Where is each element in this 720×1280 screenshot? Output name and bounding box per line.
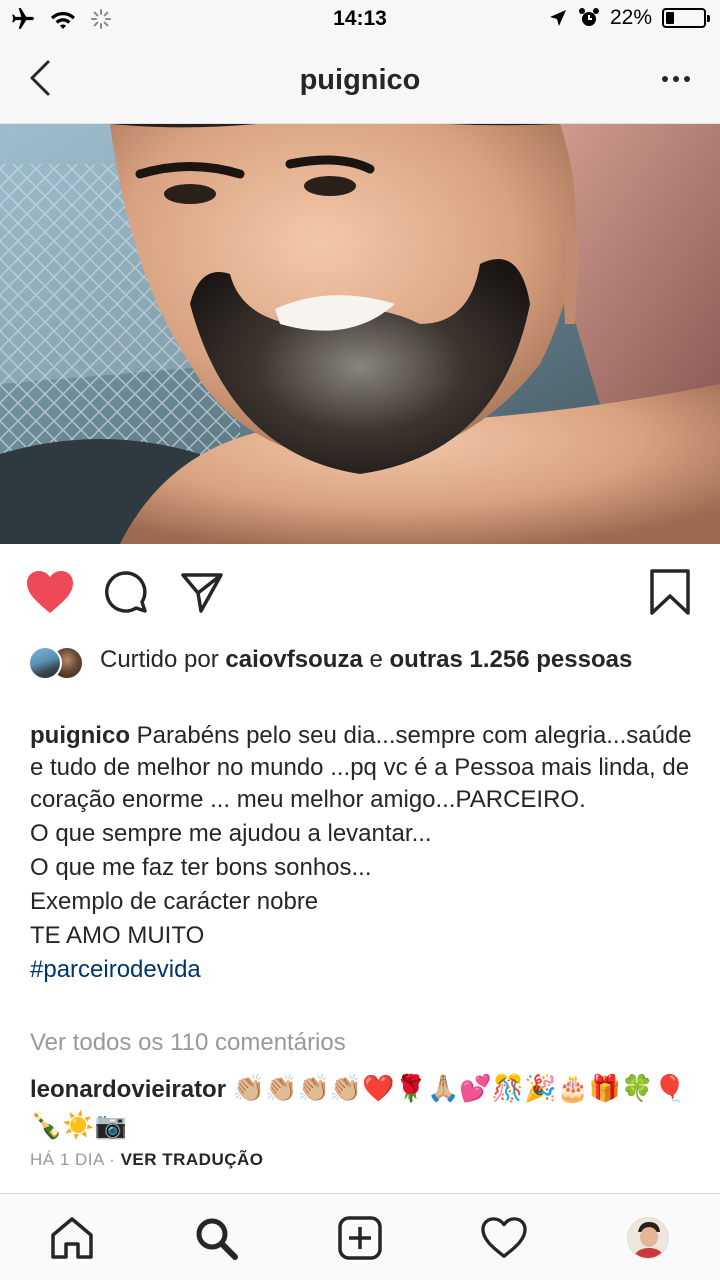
- home-icon: [51, 1217, 93, 1259]
- more-dot: [684, 76, 690, 82]
- post-actions: [0, 562, 720, 622]
- page-title: puignico: [299, 64, 421, 96]
- liked-by-user[interactable]: caiovfsouza: [225, 646, 362, 673]
- heart-filled-icon: [27, 571, 73, 613]
- bookmark-icon: [650, 569, 690, 615]
- location-arrow-icon: [549, 10, 566, 26]
- caption-username[interactable]: puignico: [30, 722, 130, 749]
- likes-connector: e: [369, 646, 383, 673]
- alarm-icon: [578, 8, 599, 26]
- avatar: [28, 646, 62, 680]
- post-photo[interactable]: [0, 124, 720, 544]
- battery-percent: 22%: [609, 6, 652, 29]
- tab-bar: [0, 1193, 720, 1280]
- status-bar: 14:13 22%: [0, 0, 720, 40]
- caption-line: O que sempre me ajudou a levantar...: [30, 820, 432, 847]
- activity-heart-icon: [481, 1217, 527, 1258]
- likes-prefix: Curtido por: [100, 646, 219, 673]
- share-button[interactable]: [176, 566, 228, 618]
- tab-home[interactable]: [48, 1214, 96, 1262]
- tab-search[interactable]: [192, 1214, 240, 1262]
- likes-others[interactable]: outras 1.256 pessoas: [390, 646, 633, 673]
- more-options-button[interactable]: [654, 64, 698, 94]
- comment-icon: [105, 571, 147, 613]
- view-all-comments-link[interactable]: Ver todos os 110 comentários: [30, 1029, 346, 1057]
- post-image: [0, 124, 720, 544]
- caption-line: Exemplo de carácter nobre: [30, 888, 319, 915]
- save-button[interactable]: [644, 566, 696, 618]
- post-caption: puignico Parabéns pelo seu dia...sempre …: [30, 720, 694, 986]
- post-time: HÁ 1 DIA: [30, 1150, 104, 1169]
- liked-by-avatars: [28, 646, 94, 682]
- tab-profile[interactable]: [624, 1214, 672, 1262]
- caption-line: TE AMO MUITO: [30, 922, 205, 949]
- status-right: 22%: [548, 6, 710, 30]
- likes-text: Curtido por caiovfsouza e outras 1.256 p…: [100, 644, 632, 682]
- profile-avatar: [627, 1217, 669, 1259]
- translate-link[interactable]: VER TRADUÇÃO: [121, 1150, 264, 1169]
- new-post-icon: [338, 1216, 382, 1260]
- search-icon: [196, 1218, 238, 1260]
- caption-text: Parabéns pelo seu dia...sempre com alegr…: [30, 722, 692, 813]
- caption-hashtag[interactable]: #parceirodevida: [30, 954, 694, 986]
- battery-icon: [662, 8, 710, 28]
- more-dot: [662, 76, 668, 82]
- like-button[interactable]: [24, 566, 76, 618]
- comment-button[interactable]: [100, 566, 152, 618]
- tab-new-post[interactable]: [336, 1214, 384, 1262]
- nav-bar: puignico: [0, 40, 720, 124]
- meta-separator: ·: [109, 1150, 116, 1169]
- share-icon: [181, 573, 223, 613]
- comment-item: leonardovieirator 👏🏼👏🏼👏🏼👏🏼❤️🌹🙏🏼💕🎊🎉🎂🎁🍀🎈🍾☀…: [30, 1071, 694, 1145]
- post-meta: HÁ 1 DIA · VER TRADUÇÃO: [30, 1150, 264, 1170]
- profile-avatar-image: [628, 1218, 668, 1258]
- comment-username[interactable]: leonardovieirator: [30, 1076, 226, 1103]
- caption-line: O que me faz ter bons sonhos...: [30, 854, 372, 881]
- battery-level: [666, 12, 674, 24]
- likes-summary[interactable]: Curtido por caiovfsouza e outras 1.256 p…: [28, 644, 698, 682]
- tab-activity[interactable]: [480, 1214, 528, 1262]
- more-dot: [673, 76, 679, 82]
